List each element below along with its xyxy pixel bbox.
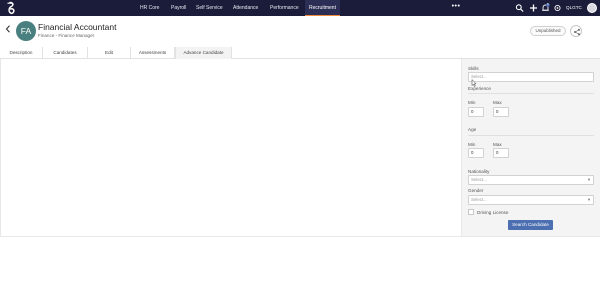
divider — [468, 135, 594, 136]
tab-edit[interactable]: Edit — [88, 47, 131, 59]
organization-name[interactable]: QLGTC — [566, 0, 582, 16]
nationality-select[interactable]: Select... ▼ — [468, 175, 594, 185]
page-title: Financial Accountant — [38, 22, 117, 32]
age-min-input[interactable]: 0 — [468, 148, 484, 158]
nav-item-attendance[interactable]: Attendance — [233, 0, 258, 16]
unpublished-button[interactable]: Unpublished — [530, 26, 566, 36]
job-avatar: FA — [16, 21, 36, 41]
gender-select[interactable]: Select... ▼ — [468, 195, 594, 205]
age-max-input[interactable]: 0 — [493, 148, 509, 158]
nationality-placeholder: Select... — [471, 177, 487, 182]
gear-icon[interactable] — [553, 3, 562, 13]
logo-icon[interactable] — [4, 1, 16, 15]
age-max-label: Max — [493, 142, 502, 147]
tab-candidates[interactable]: Candidates — [43, 47, 88, 59]
chevron-down-icon: ▼ — [587, 197, 591, 202]
user-avatar[interactable] — [587, 3, 597, 13]
experience-label: Experience — [468, 86, 491, 91]
gender-label: Gender — [468, 188, 484, 193]
age-label: Age — [468, 127, 477, 132]
back-arrow-icon[interactable] — [4, 24, 12, 34]
results-panel — [0, 59, 462, 237]
age-min-label: Min — [468, 142, 476, 147]
notification-badge: 8 — [547, 2, 549, 6]
page-subtitle: Finance - Finance Manager — [38, 33, 95, 38]
gender-placeholder: Select... — [471, 197, 487, 202]
nationality-label: Nationality — [468, 169, 490, 174]
tab-description[interactable]: Description — [0, 47, 43, 59]
more-menu-icon[interactable]: ••• — [451, 0, 461, 16]
tab-bar: Description Candidates Edit Assessments … — [0, 47, 600, 67]
share-button[interactable] — [570, 25, 582, 37]
experience-max-label: Max — [493, 100, 502, 105]
skills-select[interactable]: Select... — [468, 72, 594, 82]
tab-advance-candidate-search[interactable]: Advance Candidate Search — [175, 47, 232, 67]
top-navigation-bar: HR Core Payroll Self Service Attendance … — [0, 0, 600, 16]
divider — [468, 93, 594, 94]
nav-item-recruitment[interactable]: Recruitment — [305, 0, 340, 16]
driving-license-label: Driving License — [477, 210, 509, 215]
driving-license-checkbox[interactable] — [468, 209, 474, 215]
plus-icon[interactable] — [529, 3, 538, 13]
skills-label: Skills — [468, 66, 479, 71]
nav-item-hr-core[interactable]: HR Core — [140, 0, 159, 16]
share-icon — [574, 28, 580, 36]
search-candidate-button[interactable]: Search Candidate — [508, 220, 553, 230]
experience-max-input[interactable]: 0 — [493, 107, 509, 117]
chevron-down-icon: ▼ — [587, 177, 591, 182]
nav-item-payroll[interactable]: Payroll — [171, 0, 186, 16]
experience-min-label: Min — [468, 100, 476, 105]
experience-min-input[interactable]: 0 — [468, 107, 484, 117]
tab-assessments[interactable]: Assessments — [131, 47, 175, 59]
nav-item-self-service[interactable]: Self Service — [196, 0, 223, 16]
search-icon[interactable] — [515, 3, 524, 13]
nav-item-performance[interactable]: Performance — [270, 0, 299, 16]
